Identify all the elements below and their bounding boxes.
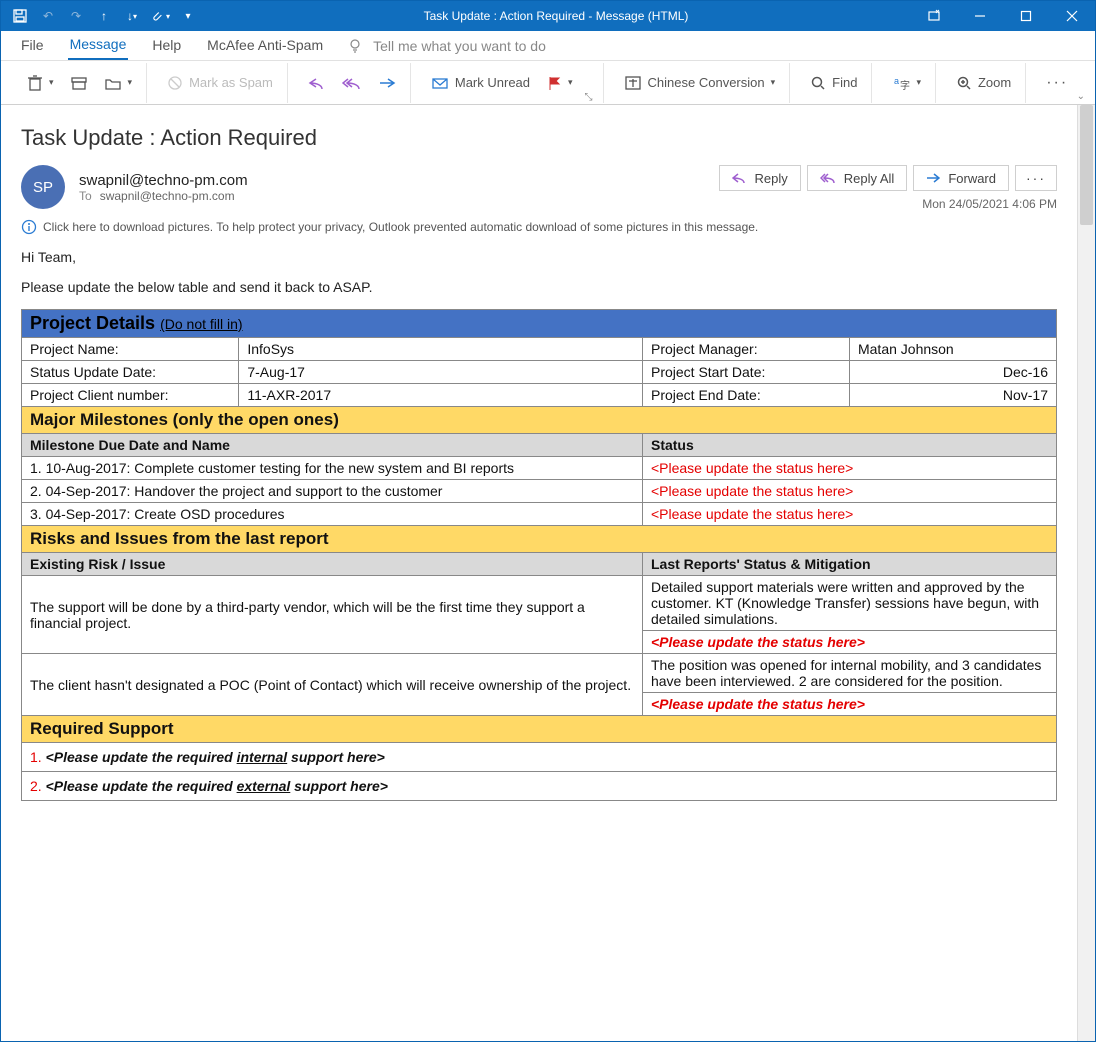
risks-header: Risks and Issues from the last report bbox=[22, 526, 1057, 553]
chinese-conversion-button[interactable]: Chinese Conversion▾ bbox=[620, 73, 780, 93]
up-arrow-icon[interactable]: ↑ bbox=[91, 1, 117, 31]
collapse-ribbon-icon[interactable]: ⌄ bbox=[1077, 91, 1085, 102]
status-table: Project Details (Do not fill in) Project… bbox=[21, 309, 1057, 801]
table-row: 3. 04-Sep-2017: Create OSD procedures<Pl… bbox=[22, 503, 1057, 526]
forward-button[interactable]: Forward bbox=[913, 165, 1009, 191]
body-greeting: Hi Team, bbox=[21, 249, 1057, 265]
message-datetime: Mon 24/05/2021 4:06 PM bbox=[719, 197, 1057, 211]
close-icon[interactable] bbox=[1049, 1, 1095, 31]
project-details-header: Project Details (Do not fill in) bbox=[22, 310, 1057, 338]
reading-pane: Task Update : Action Required SP swapnil… bbox=[1, 105, 1095, 1041]
message-body: Hi Team, Please update the below table a… bbox=[21, 249, 1057, 801]
title-bar: ↶ ↷ ↑ ↓ ▾ ▾ ▾ Task Update : Action Requi… bbox=[1, 1, 1095, 31]
more-commands-button[interactable]: ··· bbox=[1042, 72, 1072, 94]
window-buttons bbox=[911, 1, 1095, 31]
table-row: The client hasn't designated a POC (Poin… bbox=[22, 654, 1057, 693]
tab-help[interactable]: Help bbox=[150, 33, 183, 59]
svg-text:a: a bbox=[894, 76, 899, 86]
zoom-button[interactable]: Zoom bbox=[952, 73, 1015, 93]
table-row: Project Name:InfoSys Project Manager:Mat… bbox=[22, 338, 1057, 361]
table-row: 2. 04-Sep-2017: Handover the project and… bbox=[22, 480, 1057, 503]
ribbon: ▾ ▾ Mark as Spam Mark Unread ▾ ⤡ Chinese… bbox=[1, 61, 1095, 105]
svg-text:字: 字 bbox=[900, 79, 910, 92]
info-icon bbox=[21, 219, 37, 235]
forward-ribbon-button[interactable] bbox=[374, 74, 400, 92]
redo-icon[interactable]: ↷ bbox=[63, 1, 89, 31]
down-arrow-icon[interactable]: ↓ ▾ bbox=[119, 1, 145, 31]
tab-mcafee[interactable]: McAfee Anti-Spam bbox=[205, 33, 325, 59]
ribbon-tabs: File Message Help McAfee Anti-Spam Tell … bbox=[1, 31, 1095, 61]
table-row: The support will be done by a third-part… bbox=[22, 576, 1057, 631]
delete-button[interactable]: ▾ bbox=[23, 72, 58, 94]
message-subject: Task Update : Action Required bbox=[21, 125, 1057, 151]
to-line: Toswapnil@techno-pm.com bbox=[79, 189, 248, 203]
save-icon[interactable] bbox=[7, 1, 33, 31]
reply-all-button[interactable]: Reply All bbox=[807, 165, 908, 191]
ribbon-options-icon[interactable] bbox=[911, 1, 957, 31]
flag-button[interactable]: ▾ bbox=[542, 73, 577, 93]
attach-icon[interactable]: ▾ bbox=[147, 1, 173, 31]
archive-button[interactable] bbox=[66, 73, 92, 93]
minimize-icon[interactable] bbox=[957, 1, 1003, 31]
outlook-message-window: ↶ ↷ ↑ ↓ ▾ ▾ ▾ Task Update : Action Requi… bbox=[0, 0, 1096, 1042]
translate-button[interactable]: a字▾ bbox=[888, 72, 925, 94]
find-button[interactable]: Find bbox=[806, 73, 861, 93]
from-address: swapnil@techno-pm.com bbox=[79, 172, 248, 189]
qat-customize-icon[interactable]: ▾ bbox=[175, 1, 201, 31]
body-instruction: Please update the below table and send i… bbox=[21, 279, 1057, 295]
dialog-launcher-icon[interactable]: ⤡ bbox=[585, 92, 593, 103]
message-header: SP swapnil@techno-pm.com Toswapnil@techn… bbox=[21, 165, 1057, 211]
tell-me-search[interactable]: Tell me what you want to do bbox=[347, 38, 546, 54]
maximize-icon[interactable] bbox=[1003, 1, 1049, 31]
vertical-scrollbar[interactable] bbox=[1077, 105, 1095, 1041]
table-row: 1. <Please update the required internal … bbox=[22, 743, 1057, 772]
to-address: swapnil@techno-pm.com bbox=[100, 189, 235, 203]
lightbulb-icon bbox=[347, 38, 363, 54]
table-row: Milestone Due Date and NameStatus bbox=[22, 434, 1057, 457]
table-row: Existing Risk / IssueLast Reports' Statu… bbox=[22, 553, 1057, 576]
mark-as-spam-button[interactable]: Mark as Spam bbox=[163, 73, 277, 93]
mark-unread-button[interactable]: Mark Unread bbox=[427, 73, 534, 92]
avatar: SP bbox=[21, 165, 65, 209]
download-pictures-infobar[interactable]: Click here to download pictures. To help… bbox=[21, 219, 1057, 235]
reply-ribbon-button[interactable] bbox=[304, 74, 330, 92]
required-support-header: Required Support bbox=[22, 716, 1057, 743]
scrollbar-thumb[interactable] bbox=[1080, 105, 1093, 225]
undo-icon[interactable]: ↶ bbox=[35, 1, 61, 31]
milestones-header: Major Milestones (only the open ones) bbox=[22, 407, 1057, 434]
table-row: Project Client number:11-AXR-2017 Projec… bbox=[22, 384, 1057, 407]
tab-message[interactable]: Message bbox=[68, 32, 129, 60]
table-row: 2. <Please update the required external … bbox=[22, 772, 1057, 801]
window-title: Task Update : Action Required - Message … bbox=[201, 9, 911, 23]
reply-button[interactable]: Reply bbox=[719, 165, 800, 191]
tab-file[interactable]: File bbox=[19, 33, 46, 59]
reply-all-ribbon-button[interactable] bbox=[338, 74, 366, 92]
more-actions-button[interactable]: ··· bbox=[1015, 165, 1057, 191]
move-button[interactable]: ▾ bbox=[100, 73, 137, 93]
quick-access-toolbar: ↶ ↷ ↑ ↓ ▾ ▾ ▾ bbox=[7, 1, 201, 31]
response-buttons: Reply Reply All Forward ··· bbox=[719, 165, 1057, 191]
table-row: Status Update Date:7-Aug-17 Project Star… bbox=[22, 361, 1057, 384]
table-row: 1. 10-Aug-2017: Complete customer testin… bbox=[22, 457, 1057, 480]
